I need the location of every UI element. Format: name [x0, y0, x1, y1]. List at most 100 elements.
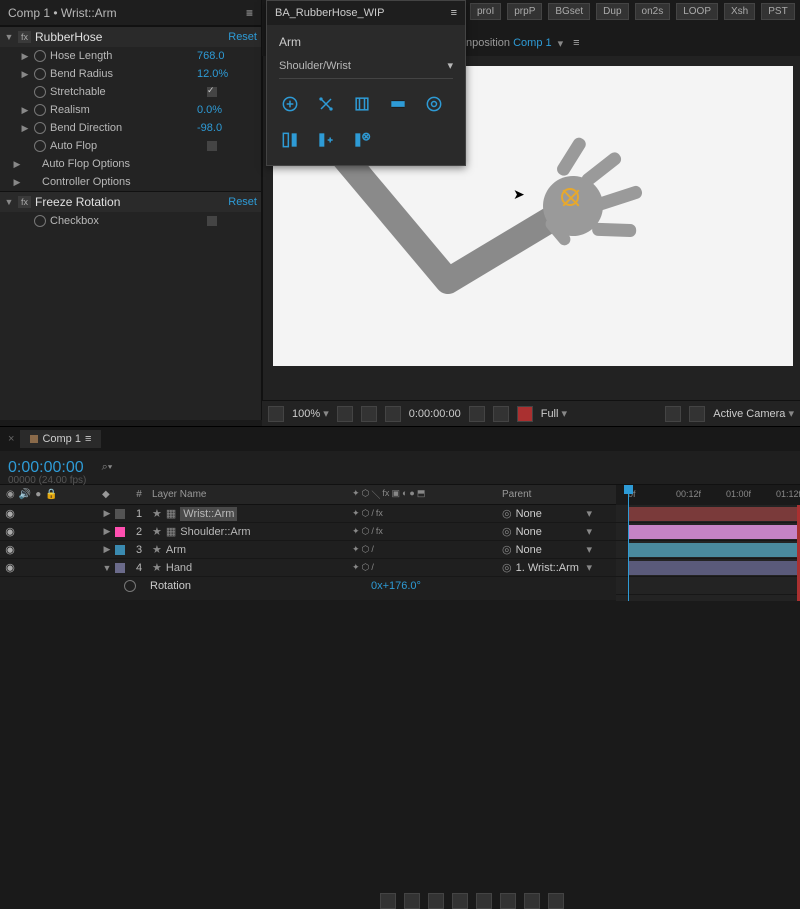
frame-blend-icon[interactable]	[452, 893, 468, 909]
channel-icon[interactable]	[517, 406, 533, 422]
layer-name-text[interactable]: Wrist::Arm	[180, 507, 237, 521]
twisty-icon[interactable]: ▶	[20, 51, 30, 62]
width-hose-icon[interactable]	[351, 93, 373, 115]
search-icon[interactable]: ⌕▾	[102, 461, 113, 474]
fx-badge[interactable]: fx	[18, 31, 31, 43]
panel-menu-icon[interactable]: ≡	[246, 6, 253, 20]
stopwatch-icon[interactable]	[34, 140, 46, 152]
magnification-icon[interactable]	[268, 406, 284, 422]
effect-header[interactable]: ▼ fx Freeze Rotation Reset	[0, 192, 261, 212]
panel-menu-icon[interactable]: ≡	[451, 7, 457, 19]
layer-color-chip[interactable]	[115, 545, 125, 555]
layer-number-header[interactable]: #	[126, 489, 152, 500]
script-panel-tab[interactable]: BA_RubberHose_WIP ≡	[267, 1, 465, 25]
region-icon[interactable]	[665, 406, 681, 422]
resolution-dropdown[interactable]: Full	[541, 407, 567, 420]
add-hose-icon[interactable]	[279, 93, 301, 115]
comp-flowchart-icon[interactable]	[380, 893, 396, 909]
stopwatch-icon[interactable]	[34, 50, 46, 62]
wrist-controller[interactable]	[561, 188, 579, 206]
reset-link[interactable]: Reset	[228, 196, 257, 208]
panel-menu-icon[interactable]: ≡	[573, 37, 579, 49]
current-timecode[interactable]: 0:00:00:00	[8, 459, 84, 477]
property-value[interactable]: 0x+176.0°	[371, 580, 421, 592]
target-hose-icon[interactable]	[423, 93, 445, 115]
visibility-toggle[interactable]: ◉	[4, 507, 16, 520]
hose-name-field[interactable]: Arm	[279, 35, 453, 49]
layer-switches[interactable]: ✦⬡/	[352, 544, 502, 555]
script-button-proi[interactable]: proI	[470, 3, 501, 20]
twisty-icon[interactable]: ▶	[20, 105, 30, 116]
script-button-bgset[interactable]: BGset	[548, 3, 590, 20]
draft3d-icon[interactable]	[404, 893, 420, 909]
brainstorm-icon[interactable]	[524, 893, 540, 909]
layer-switches[interactable]: ✦⬡/fx	[352, 526, 502, 537]
close-tab-icon[interactable]: ×	[8, 433, 14, 445]
time-ruler[interactable]: 0f 00:12f 01:00f 01:12f	[616, 485, 800, 505]
stopwatch-icon[interactable]	[124, 580, 136, 592]
twisty-icon[interactable]: ▶	[20, 69, 30, 80]
delete-hose-icon[interactable]	[351, 129, 373, 151]
timeline-tab[interactable]: Comp 1 ≡	[20, 430, 101, 448]
stopwatch-icon[interactable]	[34, 215, 46, 227]
twisty-icon[interactable]: ▶	[102, 544, 112, 555]
script-button-prpp[interactable]: prpP	[507, 3, 542, 20]
layer-name-text[interactable]: Arm	[166, 544, 186, 556]
script-button-on2s[interactable]: on2s	[635, 3, 671, 20]
link-hose-icon[interactable]	[315, 93, 337, 115]
mask-icon[interactable]	[385, 406, 401, 422]
parent-dropdown[interactable]: None	[502, 507, 592, 520]
script-button-dup[interactable]: Dup	[596, 3, 628, 20]
script-button-loop[interactable]: LOOP	[676, 3, 718, 20]
transparency-grid-icon[interactable]	[689, 406, 705, 422]
fx-badge[interactable]: fx	[18, 196, 31, 208]
shy-icon[interactable]	[428, 893, 444, 909]
twisty-icon[interactable]: ▶	[102, 508, 112, 519]
property-value[interactable]: 12.0%	[197, 68, 261, 80]
align-b-icon[interactable]	[315, 129, 337, 151]
snapshot-icon[interactable]	[469, 406, 485, 422]
property-checkbox[interactable]	[207, 216, 217, 226]
property-value[interactable]: 768.0	[197, 50, 261, 62]
script-button-pst[interactable]: PST	[761, 3, 794, 20]
parent-dropdown[interactable]: None	[502, 543, 592, 556]
layer-switches[interactable]: ✦⬡/	[352, 562, 502, 573]
reset-link[interactable]: Reset	[228, 31, 257, 43]
parent-dropdown[interactable]: 1. Wrist::Arm	[502, 561, 592, 574]
motion-blur-icon[interactable]	[476, 893, 492, 909]
auto-keyframe-icon[interactable]	[548, 893, 564, 909]
chevron-down-icon[interactable]: ▾	[558, 37, 564, 50]
lock-column-icon[interactable]: 🔒	[45, 489, 57, 500]
zoom-dropdown[interactable]: 100%	[292, 407, 329, 420]
layer-name-text[interactable]: Hand	[166, 562, 192, 574]
stopwatch-icon[interactable]	[34, 104, 46, 116]
twisty-icon[interactable]: ▶	[102, 526, 112, 537]
twisty-icon[interactable]: ▼	[4, 197, 14, 207]
parent-dropdown[interactable]: None	[502, 525, 592, 538]
label-column-icon[interactable]: ◆	[102, 489, 110, 500]
layer-color-chip[interactable]	[115, 509, 125, 519]
effect-header[interactable]: ▼ fx RubberHose Reset	[0, 27, 261, 47]
layer-name-text[interactable]: Shoulder::Arm	[180, 526, 250, 538]
stopwatch-icon[interactable]	[34, 122, 46, 134]
stopwatch-icon[interactable]	[34, 68, 46, 80]
layer-name-header[interactable]: Layer Name	[152, 489, 352, 500]
camera-dropdown[interactable]: Active Camera	[713, 407, 794, 420]
solo-column-icon[interactable]: ●	[35, 489, 41, 500]
property-value[interactable]: 0.0%	[197, 104, 261, 116]
timeline-track-area[interactable]: 0f 00:12f 01:00f 01:12f	[616, 485, 800, 601]
twisty-icon[interactable]: ▼	[102, 563, 112, 573]
layer-color-chip[interactable]	[115, 563, 125, 573]
grid-icon[interactable]	[361, 406, 377, 422]
property-value[interactable]: -98.0	[197, 122, 261, 134]
graph-editor-icon[interactable]	[500, 893, 516, 909]
bend-hose-icon[interactable]	[387, 93, 409, 115]
script-button-xsh[interactable]: Xsh	[724, 3, 755, 20]
safe-zones-icon[interactable]	[337, 406, 353, 422]
controller-names-dropdown[interactable]: Shoulder/Wrist ▾	[279, 59, 453, 79]
layer-color-chip[interactable]	[115, 527, 125, 537]
show-snapshot-icon[interactable]	[493, 406, 509, 422]
stopwatch-icon[interactable]	[34, 86, 46, 98]
twisty-icon[interactable]: ▼	[4, 32, 14, 42]
property-checkbox[interactable]	[207, 141, 217, 151]
